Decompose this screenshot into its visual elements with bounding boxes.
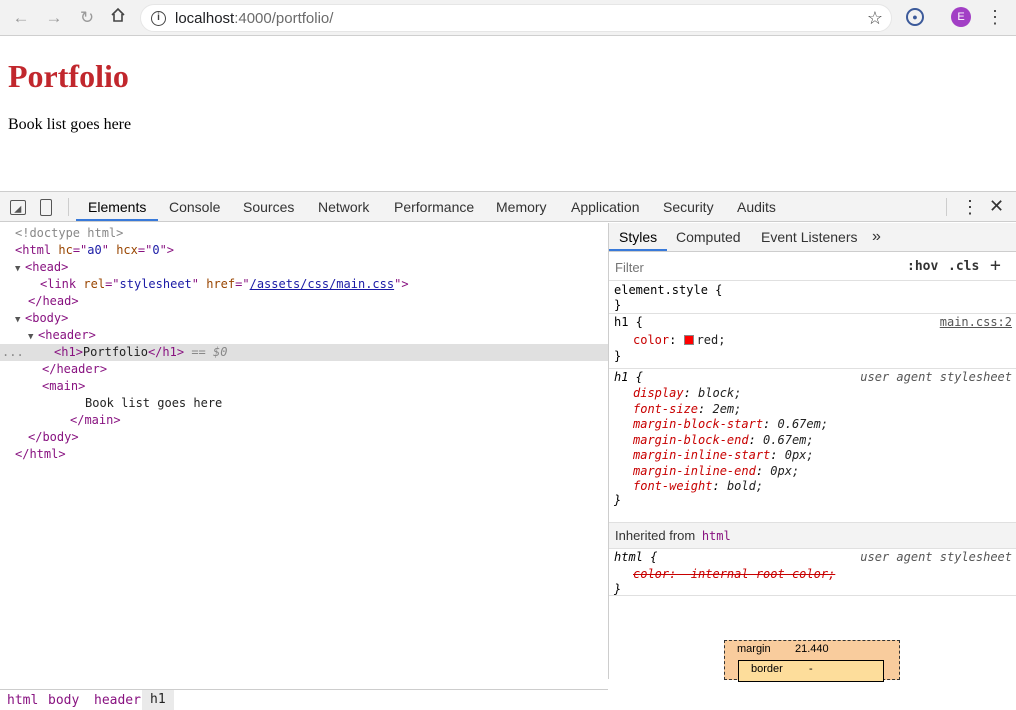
dom-node-html[interactable]: <html hc="a0" hcx="0"> xyxy=(0,242,608,259)
tab-sources[interactable]: Sources xyxy=(243,192,294,221)
tab-computed[interactable]: Computed xyxy=(676,223,741,251)
more-tabs-icon[interactable]: » xyxy=(872,223,881,251)
style-property[interactable]: margin-block-end: 0.67em; xyxy=(614,433,814,448)
browser-menu-icon[interactable]: ⋮ xyxy=(986,6,1004,28)
toolbar-divider xyxy=(68,198,69,216)
style-property[interactable]: margin-inline-start: 0px; xyxy=(614,448,814,463)
dom-text-node[interactable]: Book list goes here xyxy=(0,395,608,412)
crumb-h1[interactable]: h1 xyxy=(142,690,174,710)
inherited-label: Inherited from xyxy=(615,528,696,543)
back-icon[interactable]: ← xyxy=(10,7,32,29)
devtools-toolbar: Elements Console Sources Network Perform… xyxy=(0,192,1016,222)
dom-node-head[interactable]: ▼ <head> xyxy=(0,259,608,276)
toolbar-divider xyxy=(946,198,947,216)
devtools-panel: Elements Console Sources Network Perform… xyxy=(0,191,1016,710)
url-text[interactable]: localhost:4000/portfolio/ xyxy=(175,10,333,27)
dom-node-html-close[interactable]: </html> xyxy=(0,446,608,463)
reload-icon[interactable]: ↻ xyxy=(76,7,98,29)
style-property[interactable]: color: red; xyxy=(614,333,725,348)
border-value[interactable]: - xyxy=(809,663,813,675)
close-icon[interactable]: ✕ xyxy=(989,195,1004,217)
rule-source: user agent stylesheet xyxy=(860,370,1012,384)
device-toolbar-icon[interactable] xyxy=(40,199,52,216)
bookmark-star-icon[interactable]: ☆ xyxy=(867,8,883,29)
tab-network[interactable]: Network xyxy=(318,192,369,221)
page-paragraph: Book list goes here xyxy=(8,116,132,133)
box-model-margin[interactable]: margin 21.440 border - xyxy=(724,640,900,682)
style-property[interactable]: margin-inline-end: 0px; xyxy=(614,464,799,479)
devtools-menu-icon[interactable]: ⋮ xyxy=(961,196,979,218)
stylesheet-link[interactable]: /assets/css/main.css xyxy=(250,277,395,291)
crumb-body[interactable]: body xyxy=(48,693,79,708)
address-bar[interactable]: i localhost:4000/portfolio/ ☆ xyxy=(140,4,892,32)
elements-tree: <!doctype html> <html hc="a0" hcx="0"> ▼… xyxy=(0,223,608,710)
border-label: border xyxy=(751,663,783,675)
rule-selector: h1 { xyxy=(614,370,643,384)
dom-node-main[interactable]: <main> xyxy=(0,378,608,395)
sidebar-tabs: Styles Computed Event Listeners » xyxy=(609,223,1016,252)
tab-styles[interactable]: Styles xyxy=(609,223,668,251)
breadcrumb: html body header h1 xyxy=(0,689,608,710)
home-icon[interactable] xyxy=(107,7,129,29)
tab-memory[interactable]: Memory xyxy=(496,192,547,221)
class-toggle-button[interactable]: .cls xyxy=(948,259,979,274)
dom-node-head-close[interactable]: </head> xyxy=(0,293,608,310)
rule-h1-main-css[interactable]: h1 { main.css:2 color: red; } xyxy=(609,314,1016,369)
dom-node-h1-selected[interactable]: ... <h1>Portfolio</h1> == $0 xyxy=(0,344,608,361)
rule-close-brace: } xyxy=(614,298,622,312)
rule-selector: element.style { xyxy=(614,283,723,297)
dom-node-body[interactable]: ▼ <body> xyxy=(0,310,608,327)
dom-doctype[interactable]: <!doctype html> xyxy=(0,225,608,242)
margin-value[interactable]: 21.440 xyxy=(795,643,829,655)
crumb-html[interactable]: html xyxy=(7,693,38,708)
info-icon[interactable]: i xyxy=(151,11,166,26)
filter-bar: :hov .cls + xyxy=(609,253,1016,281)
extension-icon[interactable]: ● xyxy=(906,8,924,26)
tab-audits[interactable]: Audits xyxy=(737,192,776,221)
inherited-tag-link[interactable]: html xyxy=(699,529,731,543)
styles-sidebar: Styles Computed Event Listeners » :hov .… xyxy=(609,223,1016,682)
tab-security[interactable]: Security xyxy=(663,192,714,221)
rule-close-brace: } xyxy=(614,582,622,596)
tab-performance[interactable]: Performance xyxy=(394,192,474,221)
dom-node-main-close[interactable]: </main> xyxy=(0,412,608,429)
rule-source: user agent stylesheet xyxy=(860,550,1012,564)
rule-close-brace: } xyxy=(614,349,622,363)
rule-close-brace: } xyxy=(614,493,622,507)
tab-application[interactable]: Application xyxy=(571,192,640,221)
style-property[interactable]: display: block; xyxy=(614,386,741,401)
style-property[interactable]: margin-block-start: 0.67em; xyxy=(614,417,828,432)
styles-filter-input[interactable] xyxy=(615,257,895,277)
dom-node-link[interactable]: <link rel="stylesheet" href="/assets/css… xyxy=(0,276,608,293)
dom-node-header-close[interactable]: </header> xyxy=(0,361,608,378)
dom-node-body-close[interactable]: </body> xyxy=(0,429,608,446)
forward-icon[interactable]: → xyxy=(43,7,65,29)
rule-element-style[interactable]: element.style { } xyxy=(609,282,1016,314)
rule-h1-user-agent[interactable]: h1 { user agent stylesheet display: bloc… xyxy=(609,369,1016,523)
rule-selector: html { xyxy=(614,550,658,564)
new-rule-icon[interactable]: + xyxy=(990,255,1001,276)
tab-event-listeners[interactable]: Event Listeners xyxy=(761,223,858,251)
box-model-border[interactable]: border - xyxy=(738,660,884,682)
crumb-header[interactable]: header xyxy=(94,693,141,708)
inspect-element-icon[interactable] xyxy=(10,200,26,215)
rule-source-link[interactable]: main.css:2 xyxy=(940,315,1012,330)
style-property[interactable]: font-size: 2em; xyxy=(614,402,741,417)
inherited-header: Inherited from html xyxy=(609,523,1016,549)
browser-toolbar: ← → ↻ i localhost:4000/portfolio/ ☆ ● E … xyxy=(0,0,1016,36)
hover-state-button[interactable]: :hov xyxy=(907,259,938,274)
node-actions-ellipsis[interactable]: ... xyxy=(0,344,54,361)
overridden-property[interactable]: color: -internal-root-color; xyxy=(614,567,835,582)
color-swatch-icon[interactable] xyxy=(683,335,694,345)
tab-elements[interactable]: Elements xyxy=(76,192,159,221)
dom-node-header[interactable]: ▼ <header> xyxy=(0,327,608,344)
rule-selector: h1 { xyxy=(614,315,643,329)
margin-label: margin xyxy=(737,643,771,655)
style-property[interactable]: font-weight: bold; xyxy=(614,479,763,494)
avatar[interactable]: E xyxy=(951,7,971,27)
tab-console[interactable]: Console xyxy=(169,192,220,221)
page-title: Portfolio xyxy=(8,58,129,94)
rule-html-user-agent[interactable]: html { user agent stylesheet color: -int… xyxy=(609,550,1016,596)
